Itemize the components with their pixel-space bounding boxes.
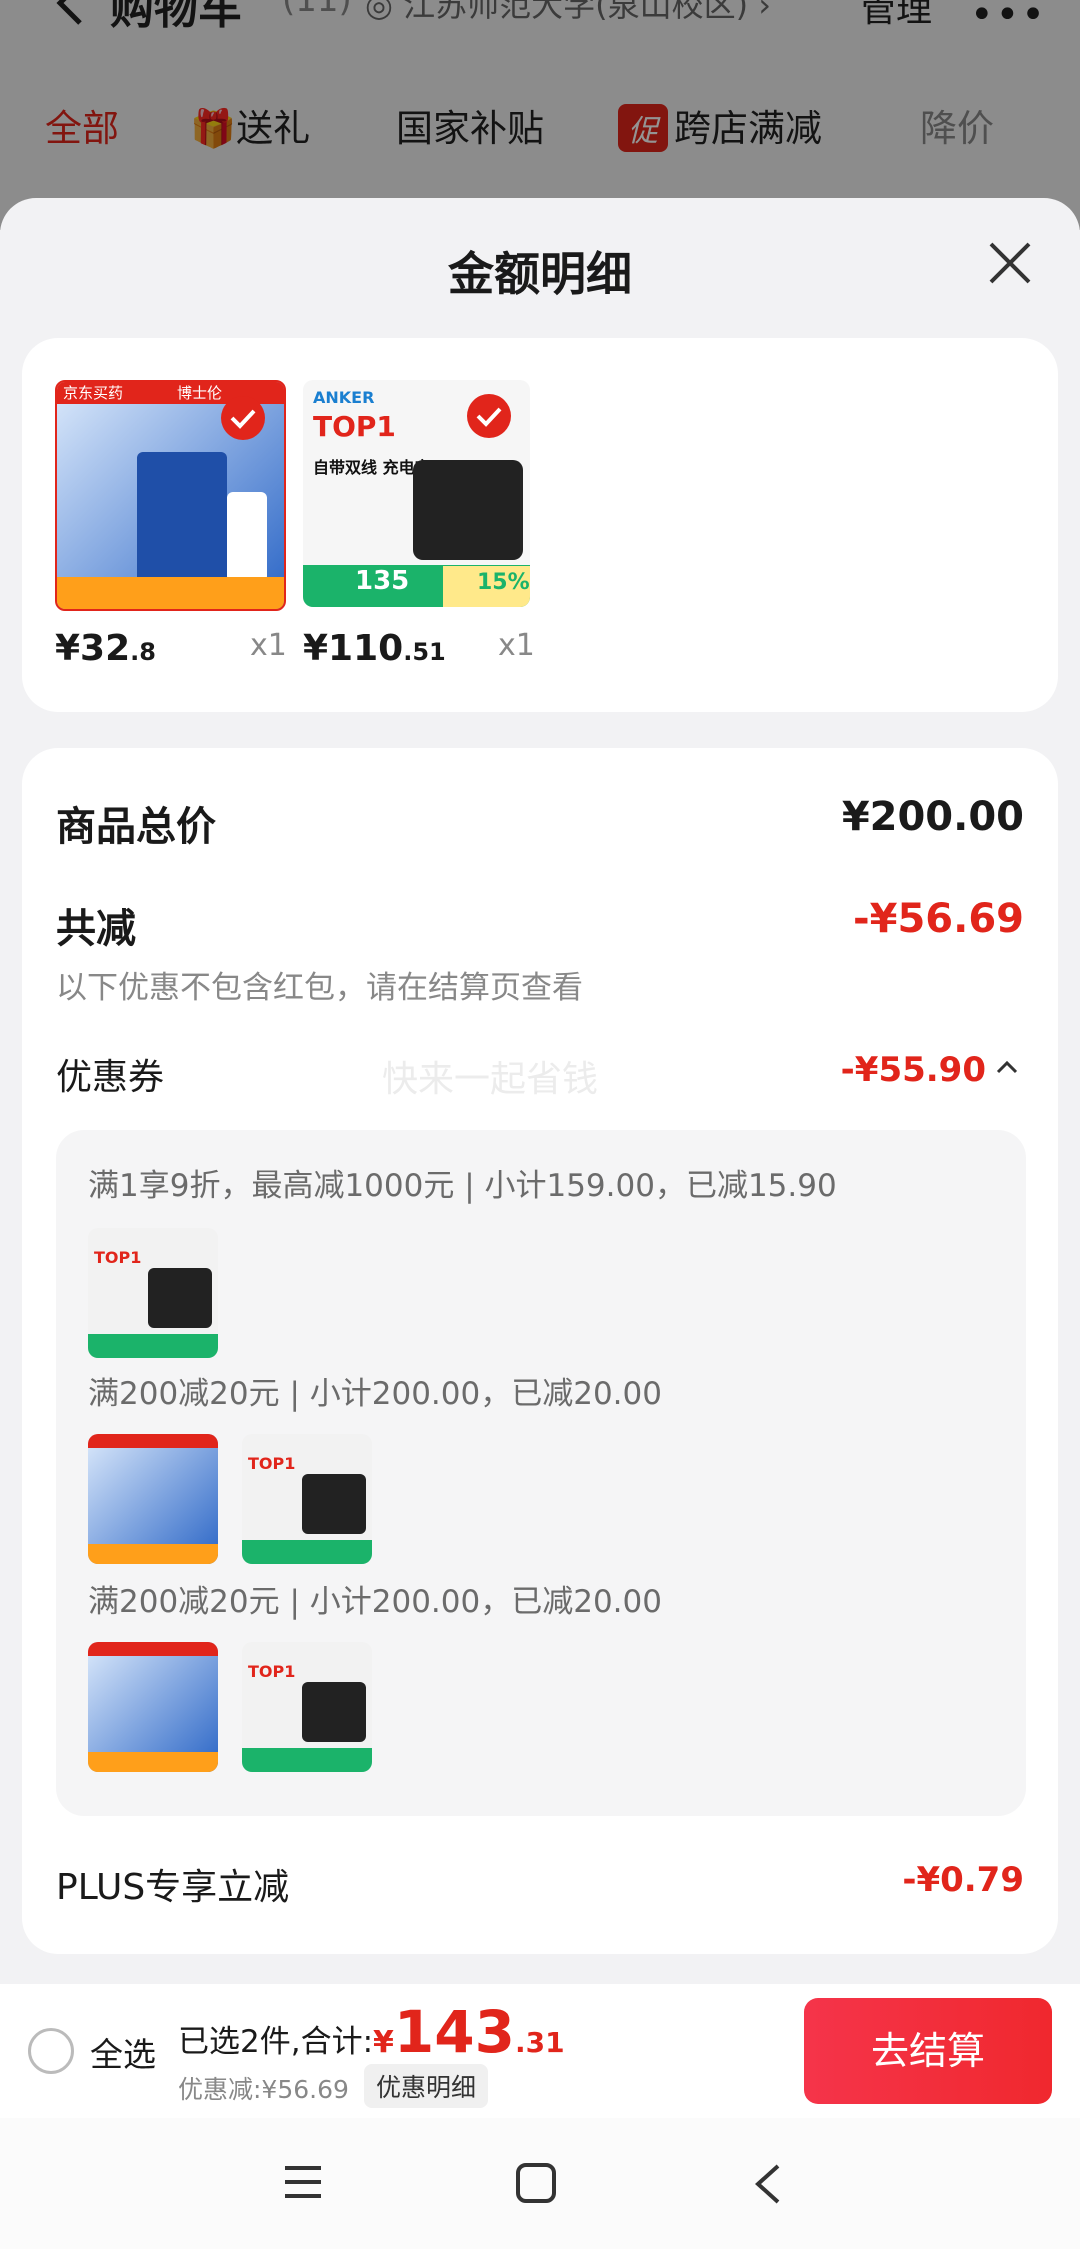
store-label: 京东买药 [63, 384, 124, 402]
coupon-group-text-2: 满200减20元 | 小计200.00，已减20.00 [88, 1376, 662, 1412]
checkout-bar: 全选 已选2件,合计:¥143.31 优惠减:¥56.69 优惠明细 去结算 [0, 1984, 1080, 2118]
total-label: 商品总价 [56, 804, 216, 850]
coupon-thumb: TOP1 [88, 1228, 218, 1358]
selected-summary: 已选2件,合计:¥143.31 [178, 1998, 565, 2066]
close-icon[interactable] [985, 238, 1035, 288]
brand-tag: 博士伦 [177, 384, 223, 402]
coupon-group-text-1: 满1享9折，最高减1000元 | 小计159.00，已减15.90 [88, 1168, 837, 1204]
coupon-detail-box: 满1享9折，最高减1000元 | 小计159.00，已减15.90 TOP1 满… [56, 1130, 1026, 1816]
coupon-thumb [88, 1642, 218, 1772]
check-icon [221, 396, 265, 440]
currency-symbol: ¥ [373, 2025, 394, 2060]
product-thumb-2[interactable]: ANKER TOP1 自带双线 充电宝 135 15% [303, 380, 530, 607]
back-nav-icon[interactable] [752, 2162, 782, 2210]
total-decimal: .31 [514, 2026, 565, 2059]
system-nav-bar [0, 2118, 1080, 2249]
menu-icon[interactable] [283, 2164, 323, 2204]
coupon-thumb [88, 1434, 218, 1564]
coupon-label: 优惠券 [56, 1057, 165, 1098]
amount-detail-sheet: 金额明细 京东买药 博士伦 ¥32.8 x1 ANKER TOP1 自带双线 充… [0, 198, 1080, 1986]
discount-summary: 优惠减:¥56.69 [178, 2075, 349, 2104]
product-qty-1: x1 [250, 628, 287, 663]
home-icon[interactable] [515, 2162, 557, 2208]
summary-card: 商品总价 ¥200.00 共减 -¥56.69 以下优惠不包含红包，请在结算页查… [22, 748, 1058, 1954]
discount-detail-button[interactable]: 优惠明细 [364, 2064, 489, 2108]
coupon-group-text-3: 满200减20元 | 小计200.00，已减20.00 [88, 1584, 662, 1620]
select-all-label[interactable]: 全选 [90, 2028, 156, 2076]
selected-text: 已选2件,合计: [178, 2024, 374, 2060]
coupon-value: -¥55.90 [840, 1050, 986, 1090]
price-main: ¥110 [303, 628, 404, 669]
sheet-title: 金额明细 [448, 247, 632, 301]
coupon-watermark: 快来一起省钱 [382, 1059, 599, 1100]
deal-price: 135 [355, 566, 410, 596]
price-decimal: .51 [403, 638, 446, 666]
plus-label: PLUS专享立减 [56, 1867, 290, 1908]
price-decimal: .8 [130, 638, 156, 666]
discount-label: 共减 [56, 906, 136, 952]
product-price-2: ¥110.51 [303, 628, 446, 669]
discount-value: -¥56.69 [853, 896, 1024, 942]
total-value: ¥200.00 [841, 794, 1024, 840]
product-thumb-1[interactable]: 京东买药 博士伦 [55, 380, 286, 611]
check-icon [467, 394, 511, 438]
checkout-button[interactable]: 去结算 [804, 1998, 1052, 2104]
product-qty-2: x1 [498, 628, 535, 663]
total-main: 143 [393, 1998, 515, 2066]
overlay-dim[interactable] [0, 0, 1080, 230]
plus-value: -¥0.79 [902, 1860, 1024, 1900]
top-label: TOP1 [313, 410, 396, 443]
product-card: 京东买药 博士伦 ¥32.8 x1 ANKER TOP1 自带双线 充电宝 13… [22, 338, 1058, 712]
coupon-thumb: TOP1 [242, 1434, 372, 1564]
brand-logo: ANKER [313, 388, 375, 407]
discount-note: 以下优惠不包含红包，请在结算页查看 [56, 970, 583, 1006]
coupon-row[interactable]: 优惠券 快来一起省钱 -¥55.90 [22, 1048, 1058, 1108]
chevron-up-icon [994, 1054, 1020, 1084]
product-price-1: ¥32.8 [55, 628, 156, 669]
cart-page-header: 购物车 (11) ◎ 江苏师范大学(泉山校区) › 管理 ••• 全部 🎁送礼 … [0, 0, 1080, 230]
price-main: ¥32 [55, 628, 131, 669]
coupon-thumb: TOP1 [242, 1642, 372, 1772]
select-all-checkbox[interactable] [28, 2028, 74, 2074]
subsidy-percent: 15% [477, 570, 530, 595]
